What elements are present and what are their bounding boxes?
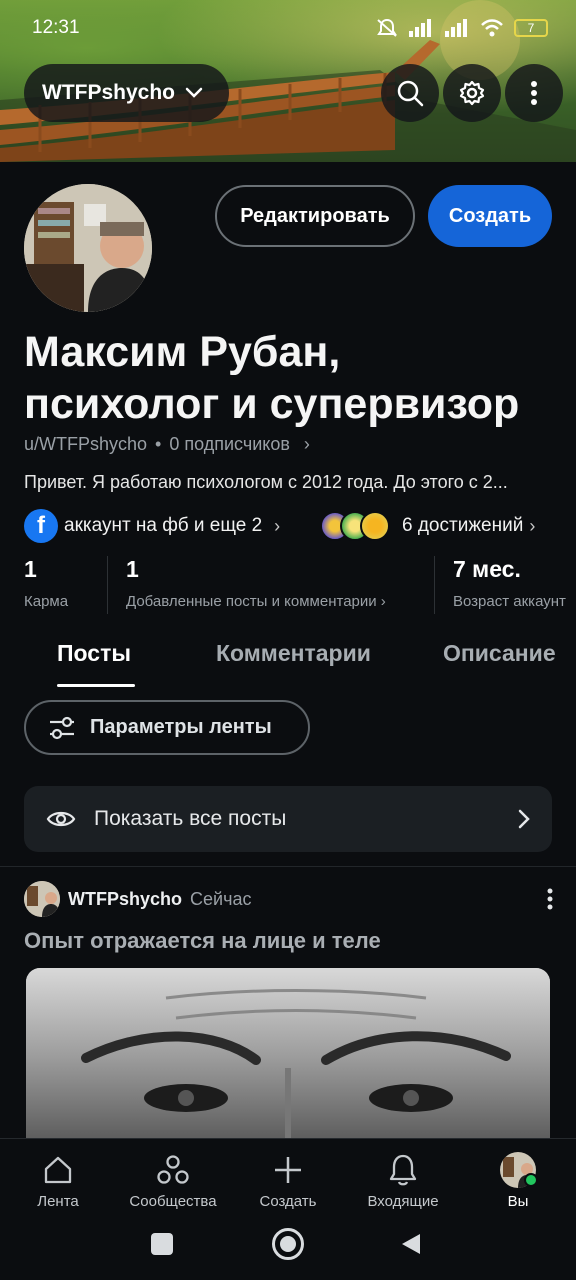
feed-options-label: Параметры ленты xyxy=(90,716,272,738)
stat-label: Возраст аккаунт xyxy=(453,593,566,610)
eye-icon xyxy=(46,811,76,827)
social-links-label[interactable]: аккаунт на фб и еще 2 xyxy=(64,515,262,537)
achievements-link[interactable]: 6 достижений › xyxy=(320,511,535,541)
chevron-right-icon: › xyxy=(529,515,536,536)
active-tab-indicator xyxy=(57,684,135,687)
create-button[interactable]: Создать xyxy=(428,185,552,247)
post-author[interactable]: WTFPshycho xyxy=(68,889,182,910)
profile-stats: 1 Карма 1 Добавленные посты и комментари… xyxy=(24,556,576,616)
stat-label: Карма xyxy=(24,593,69,610)
tab-comments[interactable]: Комментарии xyxy=(216,640,371,667)
home-icon xyxy=(44,1156,72,1184)
more-vertical-icon xyxy=(531,81,537,105)
home-button-dot xyxy=(280,1236,296,1252)
followers-count: 0 подписчиков xyxy=(169,434,290,454)
edit-profile-button[interactable]: Редактировать xyxy=(215,185,415,247)
account-switcher[interactable]: WTFPshycho xyxy=(24,64,229,122)
chevron-right-icon xyxy=(518,809,530,829)
battery-icon: 7 xyxy=(514,19,548,37)
search-icon xyxy=(397,80,424,107)
post-more-icon[interactable] xyxy=(546,887,554,911)
nav-label: Создать xyxy=(259,1193,317,1210)
stat-value: 7 мес. xyxy=(453,556,521,582)
nav-home[interactable]: Лента xyxy=(3,1149,113,1210)
settings-button[interactable] xyxy=(443,64,501,122)
display-name-line-2: психолог и супервизор xyxy=(24,380,520,428)
section-divider xyxy=(0,866,576,867)
online-indicator xyxy=(524,1173,538,1187)
back-icon[interactable] xyxy=(400,1232,422,1256)
nav-label: Вы xyxy=(507,1193,529,1210)
bell-icon xyxy=(389,1154,417,1186)
sliders-icon xyxy=(50,716,74,739)
wifi-icon xyxy=(481,19,503,37)
profile-display-name: Максим Рубан, психолог и супервизор xyxy=(24,326,564,430)
nav-label: Сообщества xyxy=(129,1193,217,1210)
stat-karma[interactable]: 1 Карма xyxy=(24,556,68,610)
communities-icon xyxy=(157,1155,189,1184)
post-header: WTFPshycho Сейчас xyxy=(24,881,554,917)
chevron-right-icon: › xyxy=(274,515,281,536)
show-all-posts-label: Показать все посты xyxy=(94,807,287,830)
nav-communities[interactable]: Сообщества xyxy=(118,1149,228,1210)
chevron-down-icon xyxy=(185,87,203,98)
profile-handle: u/WTFPshycho xyxy=(24,434,148,454)
profile-avatar[interactable] xyxy=(24,184,152,312)
stat-value: 1 xyxy=(126,556,139,582)
plus-icon xyxy=(275,1157,301,1183)
nav-label: Лента xyxy=(37,1193,79,1210)
nav-label: Входящие xyxy=(367,1193,439,1210)
stat-divider xyxy=(107,556,108,614)
profile-bio[interactable]: Привет. Я работаю психологом с 2012 года… xyxy=(24,472,508,493)
profile-banner: 12:31 7 WTFPshycho xyxy=(0,0,576,162)
show-all-posts-row[interactable]: Показать все посты xyxy=(24,786,552,852)
tab-about[interactable]: Описание xyxy=(443,640,556,667)
battery-level: 7 xyxy=(527,21,535,35)
recent-apps-button[interactable] xyxy=(151,1233,173,1255)
signal-icon xyxy=(409,19,431,37)
stat-contributions[interactable]: 1 Добавленные посты и комментарии › xyxy=(126,556,386,610)
mute-icon xyxy=(377,18,397,37)
post-title[interactable]: Опыт отражается на лице и теле xyxy=(24,928,381,954)
achievement-badge-icon xyxy=(360,511,390,541)
post-time: Сейчас xyxy=(190,888,252,909)
nav-create[interactable]: Создать xyxy=(233,1149,343,1210)
profile-meta[interactable]: u/WTFPshycho • 0 подписчиков › xyxy=(24,434,310,455)
more-button[interactable] xyxy=(505,64,563,122)
home-button[interactable] xyxy=(272,1228,304,1260)
post-image[interactable] xyxy=(26,968,550,1144)
achievements-label: 6 достижений xyxy=(402,515,524,536)
signal-icon-2 xyxy=(445,19,467,37)
chevron-right-icon: › xyxy=(303,434,310,454)
profile-tabs: Посты Комментарии Описание xyxy=(0,640,576,688)
nav-profile[interactable]: Вы xyxy=(463,1149,573,1210)
stat-label: Добавленные посты и комментарии › xyxy=(126,593,386,610)
profile-links-row: f аккаунт на фб и еще 2 › 6 достижений › xyxy=(24,508,576,544)
account-username: WTFPshycho xyxy=(42,81,176,104)
post-image-face xyxy=(26,968,550,1144)
meta-separator: • xyxy=(155,434,162,454)
nav-inbox[interactable]: Входящие xyxy=(348,1149,458,1210)
post-author-avatar[interactable] xyxy=(24,881,60,917)
stat-account-age[interactable]: 7 мес. Возраст аккаунт xyxy=(453,556,566,610)
stat-divider xyxy=(434,556,435,614)
facebook-icon: f xyxy=(24,509,58,543)
avatar-image xyxy=(24,184,152,312)
feed-options-button[interactable]: Параметры ленты xyxy=(24,700,310,755)
gear-icon xyxy=(459,80,485,106)
search-button[interactable] xyxy=(381,64,439,122)
system-navigation-bar xyxy=(0,1222,576,1266)
display-name-line-1: Максим Рубан, xyxy=(24,328,341,376)
tab-posts[interactable]: Посты xyxy=(57,640,131,667)
stat-value: 1 xyxy=(24,556,37,582)
status-time: 12:31 xyxy=(32,17,80,38)
status-bar: 12:31 7 xyxy=(32,14,548,42)
